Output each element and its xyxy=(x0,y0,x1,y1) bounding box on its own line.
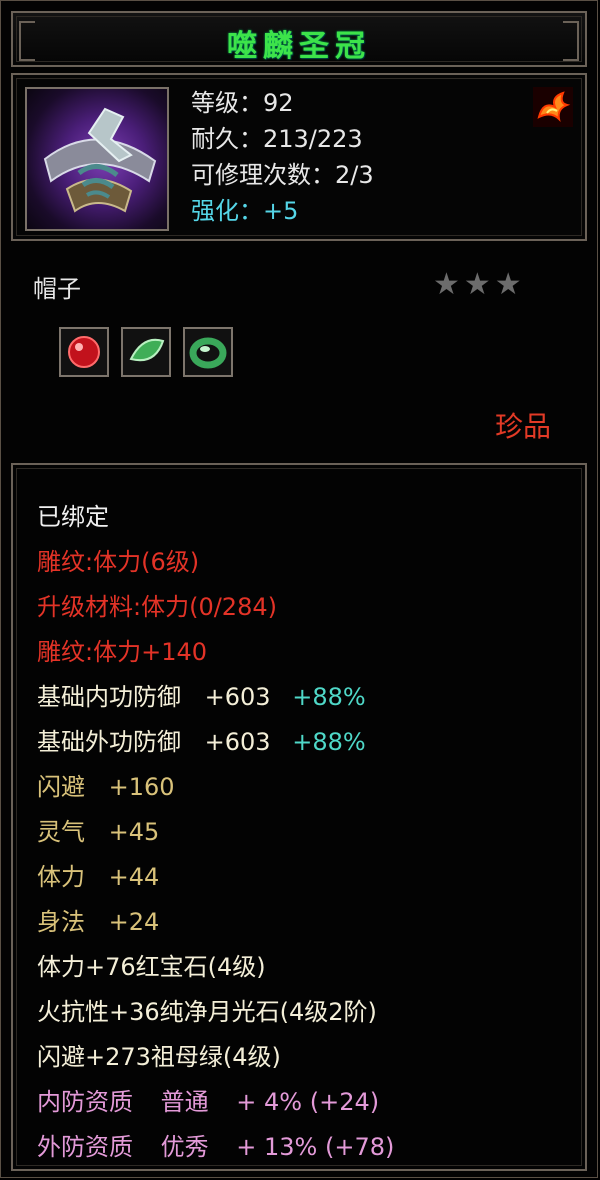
item-stats: 等级：92 耐久：213/223 可修理次数：2/3 强化：+5 xyxy=(191,85,374,229)
outer-quality-value: + 13% (+78) xyxy=(236,1133,395,1161)
dodge-label: 闪避 xyxy=(37,773,85,801)
emerald-ring-icon[interactable] xyxy=(183,327,233,377)
stamina-line: 体力 +44 xyxy=(37,855,394,900)
ruby-gem-icon[interactable] xyxy=(59,327,109,377)
spirit-label: 灵气 xyxy=(37,818,85,846)
inner-quality-grade: 普通 xyxy=(160,1088,209,1116)
dodge-line: 闪避 +160 xyxy=(37,765,394,810)
bound-status: 已绑定 xyxy=(37,503,109,531)
rarity-label: 珍品 xyxy=(494,410,551,443)
gem-line-ruby: 体力+76红宝石(4级) xyxy=(37,953,266,981)
outer-quality-label: 外防资质 xyxy=(37,1133,133,1161)
star-rating: ★★★ xyxy=(433,267,526,302)
inner-quality-line: 内防资质 普通 + 4% (+24) xyxy=(37,1080,394,1125)
inner-defense-percent: +88% xyxy=(292,683,366,711)
agility-value: +24 xyxy=(108,908,160,936)
title-bar: 噬麟圣冠 xyxy=(11,11,587,67)
outer-quality-line: 外防资质 优秀 + 13% (+78) xyxy=(37,1125,394,1170)
enhance-text: 强化：+5 xyxy=(191,197,299,225)
inner-quality-value: + 4% (+24) xyxy=(236,1088,380,1116)
agility-label: 身法 xyxy=(37,908,85,936)
attribute-list: 已绑定 雕纹:体力(6级) 升级材料:体力(0/284) 雕纹:体力+140 基… xyxy=(37,495,394,1170)
helmet-crown-icon[interactable] xyxy=(25,87,169,231)
dodge-value: +160 xyxy=(108,773,175,801)
outer-defense-percent: +88% xyxy=(292,728,366,756)
item-title: 噬麟圣冠 xyxy=(227,29,371,64)
slot-name: 帽子 xyxy=(33,275,81,303)
fire-phoenix-icon xyxy=(533,87,573,127)
agility-line: 身法 +24 xyxy=(37,900,394,945)
stamina-value: +44 xyxy=(108,863,160,891)
spirit-value: +45 xyxy=(108,818,160,846)
gem-line-emerald: 闪避+273祖母绿(4级) xyxy=(37,1043,281,1071)
inner-defense-line: 基础内功防御 +603 +88% xyxy=(37,675,394,720)
level-text: 等级：92 xyxy=(191,89,294,117)
outer-defense-line: 基础外功防御 +603 +88% xyxy=(37,720,394,765)
repair-count-text: 可修理次数：2/3 xyxy=(191,161,374,189)
inner-defense-value: +603 xyxy=(204,683,271,711)
inner-defense-label: 基础内功防御 xyxy=(37,683,181,711)
outer-defense-value: +603 xyxy=(204,728,271,756)
jade-gem-icon[interactable] xyxy=(121,327,171,377)
upgrade-material-line: 升级材料:体力(0/284) xyxy=(37,593,277,621)
carve-bonus-line: 雕纹:体力+140 xyxy=(37,638,208,666)
attributes-frame: 已绑定 雕纹:体力(6级) 升级材料:体力(0/284) 雕纹:体力+140 基… xyxy=(11,463,587,1171)
gem-line-moonstone: 火抗性+36纯净月光石(4级2阶) xyxy=(37,998,377,1026)
outer-defense-label: 基础外功防御 xyxy=(37,728,181,756)
item-tooltip-panel: 噬麟圣冠 等级：92 耐久：213/223 可修理次数：2/3 强化：+5 帽子… xyxy=(0,0,598,1178)
carve-line: 雕纹:体力(6级) xyxy=(37,548,200,576)
outer-quality-grade: 优秀 xyxy=(160,1133,209,1161)
durability-text: 耐久：213/223 xyxy=(191,125,363,153)
inner-quality-label: 内防资质 xyxy=(37,1088,133,1116)
item-header: 等级：92 耐久：213/223 可修理次数：2/3 强化：+5 xyxy=(11,73,587,241)
stamina-label: 体力 xyxy=(37,863,85,891)
spirit-line: 灵气 +45 xyxy=(37,810,394,855)
